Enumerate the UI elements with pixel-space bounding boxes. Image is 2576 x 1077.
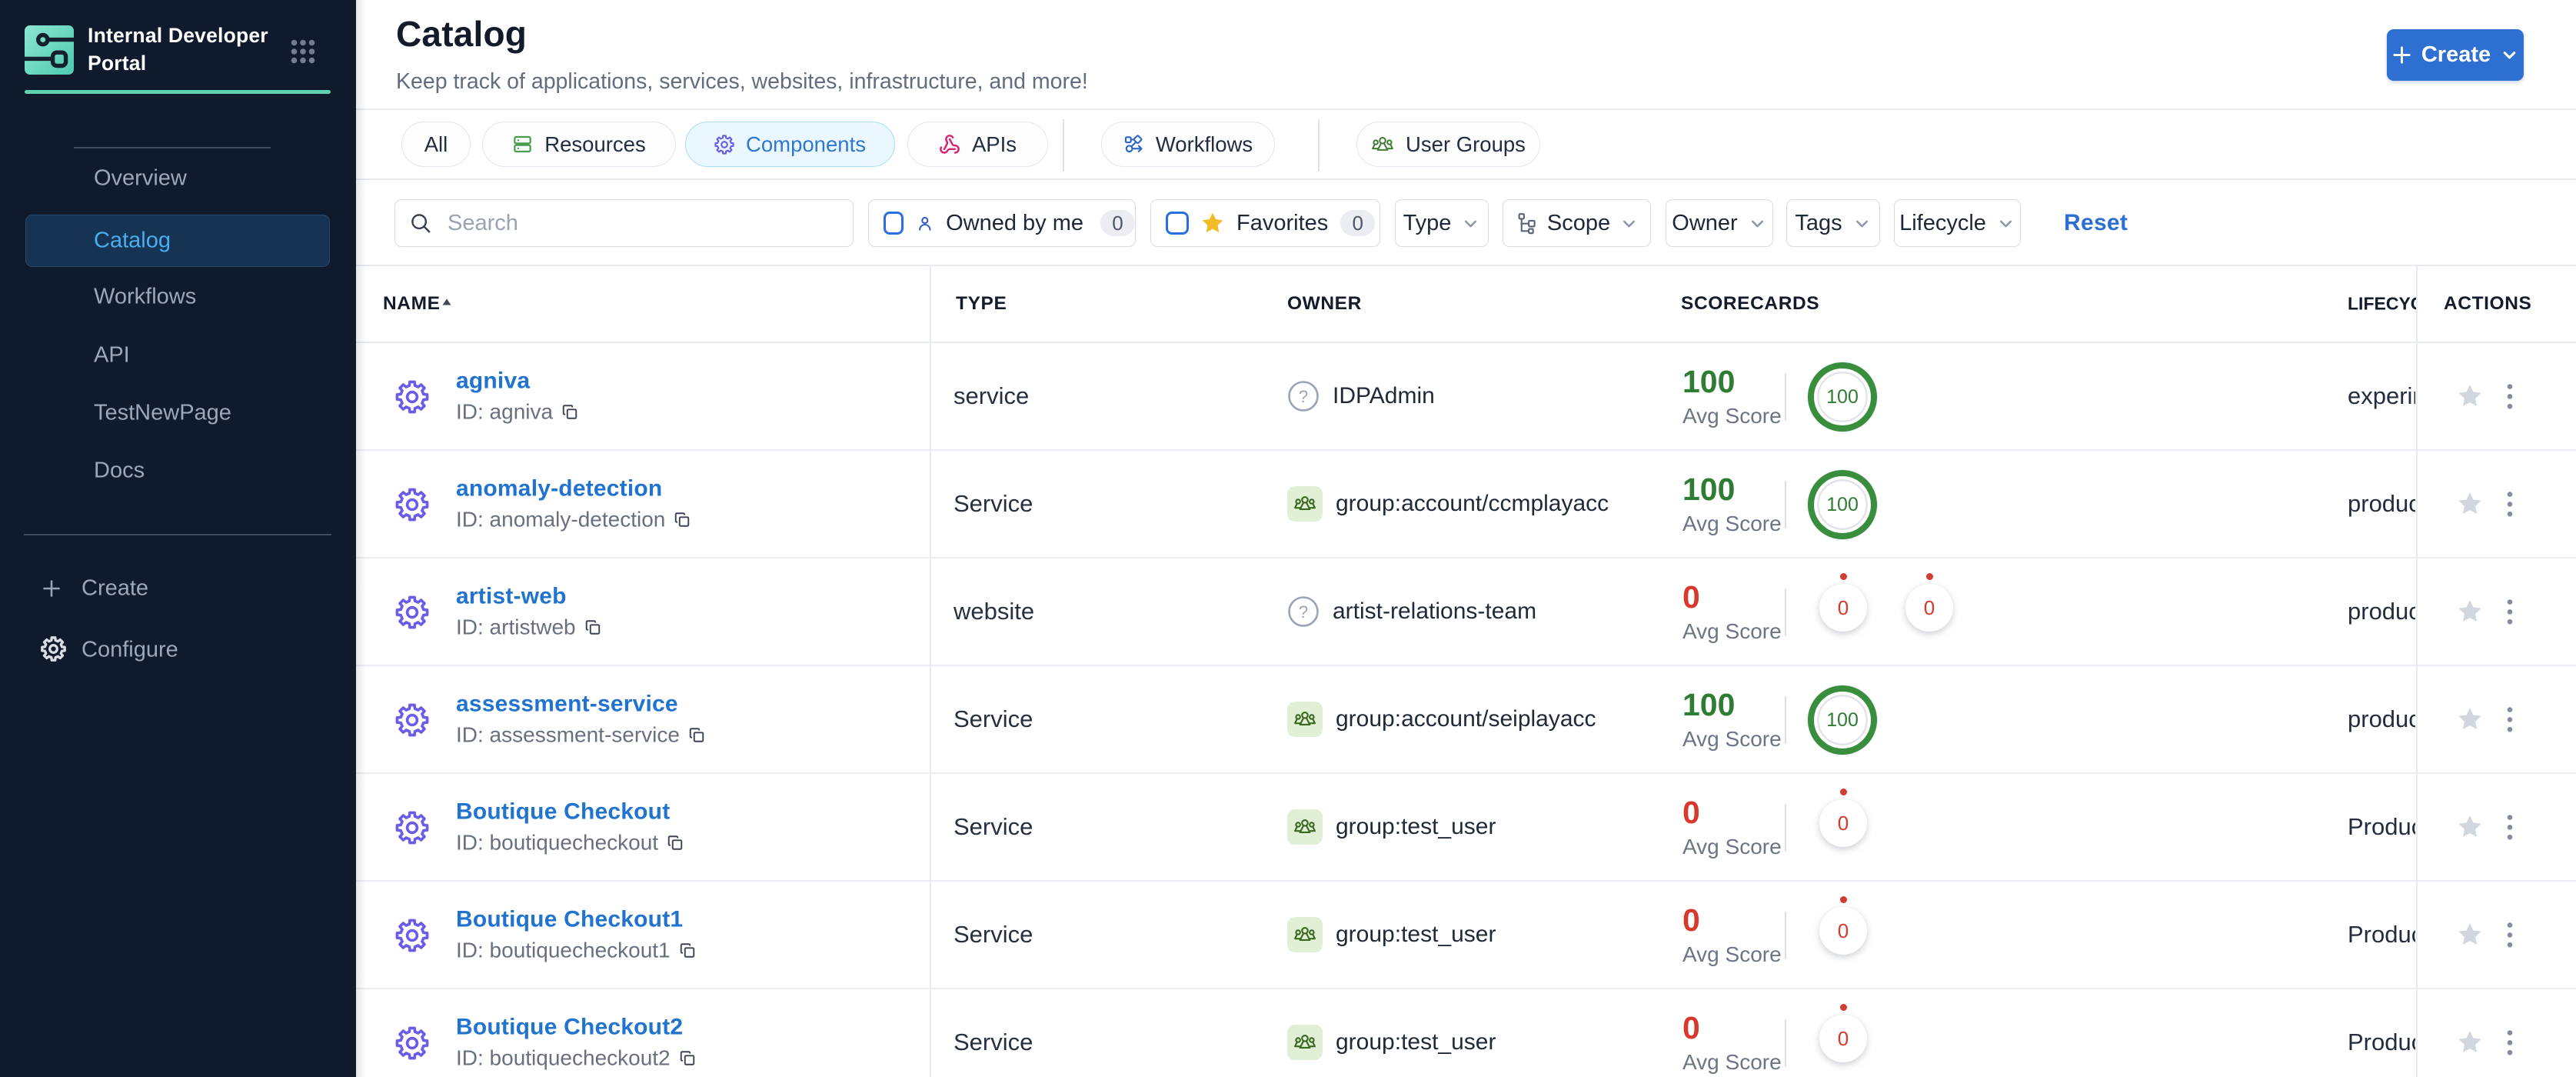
svg-text:?: ? (1299, 387, 1308, 406)
svg-text:?: ? (1299, 602, 1308, 622)
